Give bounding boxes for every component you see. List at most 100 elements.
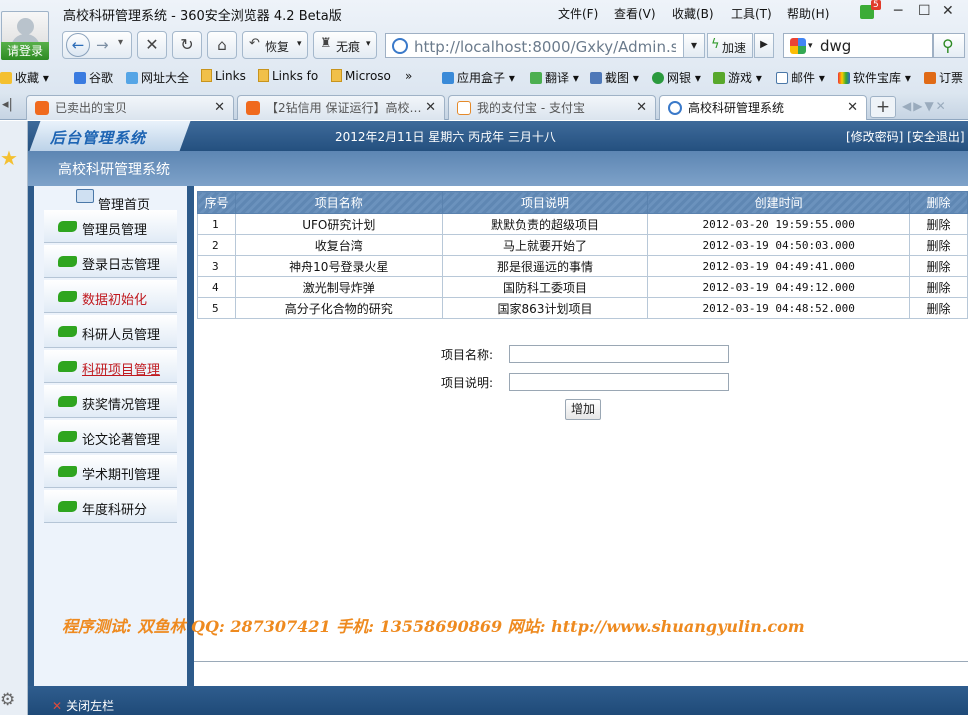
- tab-sold-items[interactable]: 已卖出的宝贝 ✕: [26, 95, 234, 120]
- cell-project-name: 收复台湾: [234, 234, 443, 256]
- tab-alipay[interactable]: 我的支付宝 - 支付宝 ✕: [448, 95, 656, 120]
- col-created-time: 创建时间: [647, 191, 911, 214]
- add-project-button[interactable]: 增加: [565, 399, 601, 420]
- fav-site-directory[interactable]: 网址大全: [126, 69, 189, 86]
- sidebar-item-login-logs[interactable]: 登录日志管理: [44, 245, 177, 278]
- arrow-icon: [58, 291, 77, 302]
- minimize-icon[interactable]: ─: [894, 3, 902, 19]
- stop-icon[interactable]: ✕: [137, 31, 167, 59]
- sidebar-item-projects[interactable]: 科研项目管理: [44, 350, 177, 383]
- cell-project-desc: 那是很遥远的事情: [441, 255, 649, 277]
- cell-project-desc: 国家863计划项目: [441, 297, 649, 319]
- new-tab-button[interactable]: +: [870, 96, 896, 118]
- fav-google[interactable]: 谷歌: [74, 69, 113, 86]
- search-button[interactable]: ⚲: [933, 33, 965, 58]
- arrow-icon: [58, 361, 77, 372]
- incognito-icon: ♜: [320, 36, 332, 51]
- project-desc-input[interactable]: [509, 373, 729, 391]
- fav-software[interactable]: 软件宝库 ▾: [838, 69, 911, 86]
- undo-icon: ↶: [249, 36, 260, 51]
- cell-index: 5: [197, 297, 236, 319]
- address-bar[interactable]: http://localhost:8000/Gxky/Admin.shtm: [385, 33, 705, 58]
- engine-dropdown-icon[interactable]: ▾: [808, 41, 813, 51]
- cell-index: 4: [197, 276, 236, 298]
- delete-link[interactable]: 删除: [909, 276, 968, 298]
- close-tab-icon[interactable]: ✕: [636, 96, 647, 120]
- close-tab-icon[interactable]: ✕: [214, 96, 225, 120]
- fav-tickets[interactable]: 订票: [924, 69, 963, 86]
- fav-microso[interactable]: Microso: [331, 69, 391, 83]
- fav-links[interactable]: Links: [201, 69, 246, 83]
- sidebar-toggle-icon[interactable]: ◂|: [2, 97, 13, 112]
- app-footer-bar: [28, 686, 968, 715]
- close-sidebar-button[interactable]: ✕ 关闭左栏: [52, 697, 114, 714]
- table-row: 1 UFO研究计划 默默负责的超级项目 2012-03-20 19:59:55.…: [197, 213, 968, 235]
- project-name-label: 项目名称:: [441, 348, 494, 362]
- app-box-icon: [442, 72, 454, 84]
- sidebar-item-journals[interactable]: 学术期刊管理: [44, 455, 177, 488]
- maximize-icon[interactable]: ☐: [918, 3, 931, 19]
- fav-links-fo[interactable]: Links fo: [258, 69, 318, 83]
- delete-link[interactable]: 删除: [909, 297, 968, 319]
- gear-icon[interactable]: ⚙: [0, 690, 15, 710]
- menu-view[interactable]: 查看(V): [614, 5, 656, 22]
- col-project-name: 项目名称: [234, 191, 443, 214]
- sidebar-item-awards[interactable]: 获奖情况管理: [44, 385, 177, 418]
- cell-index: 1: [197, 213, 236, 235]
- fav-screenshot[interactable]: 截图 ▾: [590, 69, 639, 86]
- sidebar-item-data-init[interactable]: 数据初始化: [44, 280, 177, 313]
- fav-mail[interactable]: 邮件 ▾: [776, 69, 825, 86]
- tab-shop-listing[interactable]: 【2钻信用 保证运行】高校… ✕: [237, 95, 445, 120]
- menu-tools[interactable]: 工具(T): [731, 5, 772, 22]
- close-tab-icon[interactable]: ✕: [847, 96, 858, 120]
- close-icon[interactable]: ✕: [942, 3, 954, 19]
- menu-help[interactable]: 帮助(H): [787, 5, 829, 22]
- address-input[interactable]: http://localhost:8000/Gxky/Admin.shtm: [414, 38, 676, 56]
- login-button[interactable]: 请登录: [1, 42, 49, 60]
- cell-created-time: 2012-03-19 04:48:52.000: [647, 297, 911, 319]
- forward-icon[interactable]: →: [96, 36, 109, 54]
- cell-index: 3: [197, 255, 236, 277]
- home-icon[interactable]: ⌂: [207, 31, 237, 59]
- favorites-menu[interactable]: 收藏 ▾: [0, 69, 49, 86]
- content-divider: [194, 661, 968, 662]
- sidebar-item-admins[interactable]: 管理员管理: [44, 210, 177, 243]
- project-name-input[interactable]: [509, 345, 729, 363]
- window-title: 高校科研管理系统 - 360安全浏览器 4.2 Beta版: [63, 9, 342, 24]
- taobao-icon: [35, 101, 49, 115]
- speed-button[interactable]: ϟ 加速: [707, 33, 753, 58]
- private-label: 无痕: [336, 40, 361, 54]
- close-tab-icon[interactable]: ✕: [425, 96, 436, 120]
- fav-more[interactable]: »: [405, 69, 412, 83]
- arrow-icon: [58, 221, 77, 232]
- back-icon[interactable]: ←: [66, 33, 90, 57]
- chevron-down-icon: ▾: [366, 39, 371, 49]
- fav-games[interactable]: 游戏 ▾: [713, 69, 762, 86]
- menu-file[interactable]: 文件(F): [558, 5, 598, 22]
- go-icon[interactable]: ▶: [754, 33, 774, 58]
- cell-project-desc: 马上就要开始了: [441, 234, 649, 256]
- private-button[interactable]: ♜ 无痕 ▾: [313, 31, 377, 59]
- delete-link[interactable]: 删除: [909, 255, 968, 277]
- delete-link[interactable]: 删除: [909, 213, 968, 235]
- fav-bank[interactable]: 网银 ▾: [652, 69, 701, 86]
- restore-button[interactable]: ↶ 恢复 ▾: [242, 31, 308, 59]
- sidebar-item-papers[interactable]: 论文论著管理: [44, 420, 177, 453]
- sidebar-item-researchers[interactable]: 科研人员管理: [44, 315, 177, 348]
- tab-research-system[interactable]: 高校科研管理系统 ✕: [659, 95, 867, 120]
- address-dropdown-icon[interactable]: ▾: [683, 33, 705, 58]
- sidebar-item-annual-score[interactable]: 年度科研分: [44, 490, 177, 523]
- tab-nav-icons[interactable]: ◀▶▼✕: [902, 99, 948, 113]
- fav-app-box[interactable]: 应用盒子 ▾: [442, 69, 515, 86]
- history-dropdown-icon[interactable]: ▾: [118, 37, 123, 48]
- arrow-icon: [58, 326, 77, 337]
- account-links[interactable]: [修改密码] [安全退出]: [846, 128, 965, 145]
- search-input[interactable]: dwg: [820, 37, 851, 55]
- search-box[interactable]: ▾ dwg: [783, 33, 933, 58]
- fav-translate[interactable]: 翻译 ▾: [530, 69, 579, 86]
- refresh-icon[interactable]: ↻: [172, 31, 202, 59]
- menu-favorites[interactable]: 收藏(B): [672, 5, 714, 22]
- cell-project-name: UFO研究计划: [234, 213, 443, 235]
- delete-link[interactable]: 删除: [909, 234, 968, 256]
- star-icon[interactable]: ★: [0, 146, 18, 170]
